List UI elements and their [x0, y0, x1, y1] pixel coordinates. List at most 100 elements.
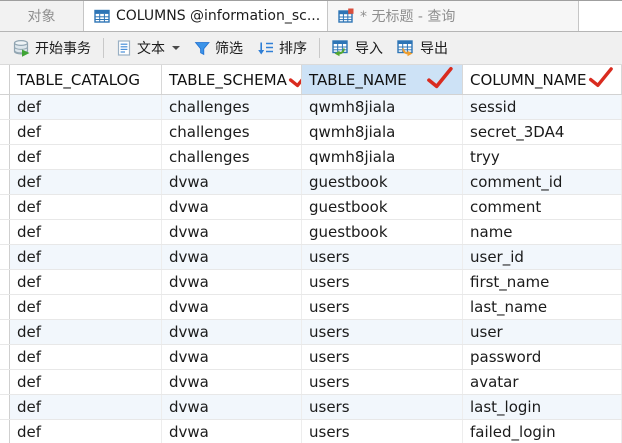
toolbar: 开始事务 文本 筛选 排序 导入 导出 — [0, 32, 622, 65]
table-cell[interactable]: dvwa — [162, 295, 302, 319]
table-cell[interactable]: dvwa — [162, 195, 302, 219]
table-grid-icon — [94, 8, 110, 24]
table-cell[interactable]: avatar — [463, 370, 622, 394]
table-cell[interactable]: user_id — [463, 245, 622, 269]
table-cell[interactable]: dvwa — [162, 420, 302, 443]
column-header-table-catalog[interactable]: TABLE_CATALOG — [10, 65, 162, 94]
table-cell[interactable]: dvwa — [162, 370, 302, 394]
column-header-column-name[interactable]: COLUMN_NAME — [463, 65, 622, 94]
table-cell[interactable]: users — [302, 295, 463, 319]
sort-button[interactable]: 排序 — [250, 35, 314, 61]
row-gutter[interactable] — [0, 120, 10, 144]
table-cell[interactable]: def — [10, 270, 162, 294]
chevron-down-icon — [172, 46, 180, 50]
row-gutter[interactable] — [0, 195, 10, 219]
row-gutter[interactable] — [0, 270, 10, 294]
table-cell[interactable]: def — [10, 370, 162, 394]
table-row: def challenges qwmh8jiala secret_3DA4 — [0, 120, 622, 145]
table-cell[interactable]: challenges — [162, 95, 302, 119]
table-cell[interactable]: def — [10, 95, 162, 119]
column-header-table-schema[interactable]: TABLE_SCHEMA — [162, 65, 302, 94]
table-cell[interactable]: users — [302, 245, 463, 269]
row-gutter[interactable] — [0, 345, 10, 369]
row-gutter-header — [0, 65, 10, 94]
table-cell[interactable]: qwmh8jiala — [302, 120, 463, 144]
tab-objects[interactable]: 对象 — [0, 1, 84, 31]
row-gutter[interactable] — [0, 245, 10, 269]
text-view-label: 文本 — [137, 41, 165, 57]
table-cell[interactable]: password — [463, 345, 622, 369]
table-cell[interactable]: def — [10, 345, 162, 369]
table-row: def dvwa users password — [0, 345, 622, 370]
table-cell[interactable]: guestbook — [302, 170, 463, 194]
table-cell[interactable]: users — [302, 420, 463, 443]
table-cell[interactable]: challenges — [162, 145, 302, 169]
table-cell[interactable]: dvwa — [162, 320, 302, 344]
row-gutter[interactable] — [0, 220, 10, 244]
row-gutter[interactable] — [0, 295, 10, 319]
table-cell[interactable]: dvwa — [162, 245, 302, 269]
table-cell[interactable]: qwmh8jiala — [302, 95, 463, 119]
table-cell[interactable]: name — [463, 220, 622, 244]
table-cell[interactable]: sessid — [463, 95, 622, 119]
row-gutter[interactable] — [0, 370, 10, 394]
table-cell[interactable]: def — [10, 320, 162, 344]
text-document-icon — [116, 40, 132, 56]
table-cell[interactable]: secret_3DA4 — [463, 120, 622, 144]
table-cell[interactable]: def — [10, 395, 162, 419]
export-label: 导出 — [420, 41, 448, 57]
row-gutter[interactable] — [0, 95, 10, 119]
table-cell[interactable]: def — [10, 195, 162, 219]
table-cell[interactable]: users — [302, 395, 463, 419]
table-cell[interactable]: user — [463, 320, 622, 344]
grid-header-row: TABLE_CATALOG TABLE_SCHEMA TABLE_NAME CO… — [0, 65, 622, 95]
table-cell[interactable]: guestbook — [302, 195, 463, 219]
row-gutter[interactable] — [0, 395, 10, 419]
table-cell[interactable]: def — [10, 245, 162, 269]
begin-transaction-button[interactable]: 开始事务 — [5, 35, 98, 61]
database-transaction-icon — [12, 39, 30, 57]
begin-transaction-label: 开始事务 — [35, 41, 91, 57]
table-cell[interactable]: dvwa — [162, 345, 302, 369]
table-cell[interactable]: dvwa — [162, 220, 302, 244]
table-cell[interactable]: def — [10, 420, 162, 443]
table-cell[interactable]: tryy — [463, 145, 622, 169]
table-cell[interactable]: users — [302, 370, 463, 394]
table-cell[interactable]: first_name — [463, 270, 622, 294]
table-cell[interactable]: def — [10, 295, 162, 319]
table-cell[interactable]: users — [302, 345, 463, 369]
table-row: def dvwa users user — [0, 320, 622, 345]
column-header-table-name[interactable]: TABLE_NAME — [302, 65, 463, 94]
table-cell[interactable]: dvwa — [162, 170, 302, 194]
table-cell[interactable]: def — [10, 170, 162, 194]
row-gutter[interactable] — [0, 145, 10, 169]
table-row: def dvwa users avatar — [0, 370, 622, 395]
table-cell[interactable]: qwmh8jiala — [302, 145, 463, 169]
table-cell[interactable]: dvwa — [162, 270, 302, 294]
table-cell[interactable]: last_login — [463, 395, 622, 419]
filter-funnel-icon — [194, 40, 210, 56]
table-cell[interactable]: def — [10, 120, 162, 144]
table-cell[interactable]: def — [10, 145, 162, 169]
export-button[interactable]: 导出 — [390, 35, 455, 61]
table-cell[interactable]: def — [10, 220, 162, 244]
filter-button[interactable]: 筛选 — [187, 35, 250, 61]
row-gutter[interactable] — [0, 420, 10, 443]
table-cell[interactable]: comment — [463, 195, 622, 219]
table-cell[interactable]: challenges — [162, 120, 302, 144]
table-cell[interactable]: comment_id — [463, 170, 622, 194]
table-cell[interactable]: last_name — [463, 295, 622, 319]
text-view-button[interactable]: 文本 — [109, 35, 187, 61]
table-cell[interactable]: dvwa — [162, 395, 302, 419]
row-gutter[interactable] — [0, 320, 10, 344]
table-row: def dvwa users last_name — [0, 295, 622, 320]
table-row: def dvwa users first_name — [0, 270, 622, 295]
table-cell[interactable]: users — [302, 320, 463, 344]
import-button[interactable]: 导入 — [325, 35, 390, 61]
table-cell[interactable]: guestbook — [302, 220, 463, 244]
row-gutter[interactable] — [0, 170, 10, 194]
tab-untitled-query[interactable]: * 无标题 - 查询 — [328, 1, 579, 31]
tab-columns-table[interactable]: COLUMNS @information_sc... — [84, 1, 328, 31]
table-cell[interactable]: users — [302, 270, 463, 294]
table-cell[interactable]: failed_login — [463, 420, 622, 443]
